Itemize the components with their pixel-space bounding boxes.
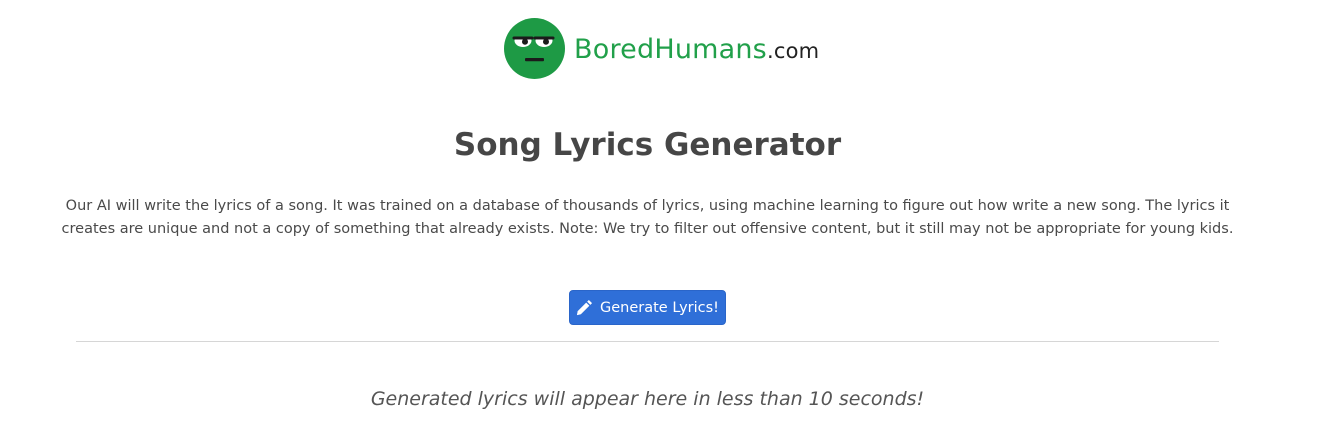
lyrics-output-placeholder: Generated lyrics will appear here in les… bbox=[370, 388, 925, 410]
logo-tld: .com bbox=[766, 38, 820, 63]
divider bbox=[76, 341, 1219, 342]
site-logo[interactable]: BoredHumans.com bbox=[504, 17, 819, 79]
logo-brand-second: Humans bbox=[654, 33, 767, 65]
site-logo-text: BoredHumans.com bbox=[574, 34, 819, 65]
logo-brand: BoredHumans bbox=[574, 33, 767, 65]
generate-lyrics-label: Generate Lyrics! bbox=[600, 299, 719, 316]
bored-face-icon bbox=[504, 17, 565, 79]
generate-lyrics-button[interactable]: Generate Lyrics! bbox=[569, 290, 726, 325]
page-title: Song Lyrics Generator bbox=[453, 127, 842, 163]
pencil-icon bbox=[576, 299, 593, 316]
logo-brand-first: Bored bbox=[574, 33, 655, 65]
page-description: Our AI will write the lyrics of a song. … bbox=[61, 198, 1234, 237]
page: BoredHumans.com Song Lyrics Generator Ou… bbox=[0, 0, 1329, 437]
